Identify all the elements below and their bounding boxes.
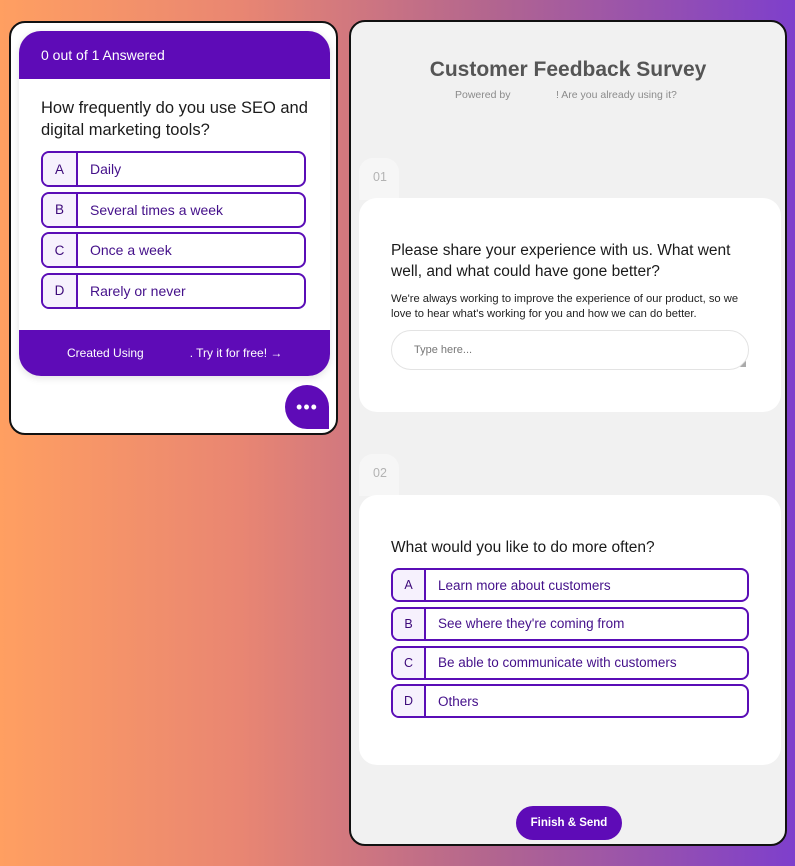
more-dots-icon: •••	[296, 397, 318, 417]
option-key: D	[393, 686, 426, 717]
option-key: C	[393, 647, 426, 678]
created-using-text: Created Using	[67, 346, 144, 360]
option-key: D	[43, 274, 78, 307]
survey-option-b[interactable]: B See where they're coming from	[391, 606, 749, 641]
finish-send-label: Finish & Send	[530, 817, 608, 829]
option-key: A	[393, 570, 426, 600]
widget-option-a[interactable]: A Daily	[41, 151, 306, 187]
widget-question: How frequently do you use SEO and digita…	[41, 99, 308, 139]
survey-option-a[interactable]: A Learn more about customers	[391, 568, 749, 602]
option-key: C	[43, 234, 78, 266]
question-1-description: We're always working to improve the expe…	[391, 293, 739, 320]
option-label: See where they're coming from	[438, 616, 625, 632]
question-card-2: What would you like to do more often? A …	[359, 495, 781, 765]
more-options-button[interactable]: •••	[285, 385, 329, 429]
widget-frame: 0 out of 1 Answered How frequently do yo…	[9, 21, 338, 435]
option-label: Others	[438, 693, 479, 709]
question-1-title: Please share your experience with us. Wh…	[391, 242, 731, 280]
widget-option-c[interactable]: C Once a week	[41, 232, 306, 268]
widget-option-b[interactable]: B Several times a week	[41, 191, 306, 228]
experience-textarea[interactable]: Type here... ◢	[391, 330, 749, 370]
finish-send-button[interactable]: Finish & Send	[516, 806, 622, 840]
try-it-free-link[interactable]: . Try it for free! →	[190, 346, 283, 360]
subtitle-question: ! Are you already using it?	[556, 89, 677, 101]
option-label: Learn more about customers	[438, 577, 611, 593]
option-label: Rarely or never	[90, 282, 186, 299]
widget-progress-header: 0 out of 1 Answered	[19, 31, 330, 79]
question-number-02: 02	[359, 454, 399, 496]
textarea-placeholder: Type here...	[414, 344, 473, 356]
question-2-options: A Learn more about customers B See where…	[391, 568, 749, 723]
option-key: B	[393, 608, 426, 639]
widget-options: A Daily B Several times a week C Once a …	[19, 141, 330, 309]
option-label: Once a week	[90, 242, 172, 258]
option-label: Several times a week	[90, 201, 224, 218]
widget-card: 0 out of 1 Answered How frequently do yo…	[19, 31, 330, 376]
survey-title: Customer Feedback Survey	[429, 58, 707, 81]
option-label: Daily	[90, 161, 122, 177]
survey-option-c[interactable]: C Be able to communicate with customers	[391, 645, 749, 680]
widget-footer: Created Using . Try it for free! →	[19, 330, 330, 376]
option-key: B	[43, 193, 78, 226]
question-card-1: Please share your experience with us. Wh…	[359, 198, 781, 412]
option-key: A	[43, 153, 78, 185]
progress-text: 0 out of 1 Answered	[41, 47, 165, 63]
widget-option-d[interactable]: D Rarely or never	[41, 272, 306, 309]
survey-option-d[interactable]: D Others	[391, 684, 749, 719]
question-2-title: What would you like to do more often?	[391, 539, 655, 556]
survey-frame: Customer Feedback Survey Powered by ! Ar…	[349, 20, 787, 846]
resize-grip-icon[interactable]: ◢	[740, 360, 746, 368]
powered-by-text: Powered by	[455, 89, 511, 101]
question-number-01: 01	[359, 158, 399, 200]
option-label: Be able to communicate with customers	[438, 655, 677, 671]
